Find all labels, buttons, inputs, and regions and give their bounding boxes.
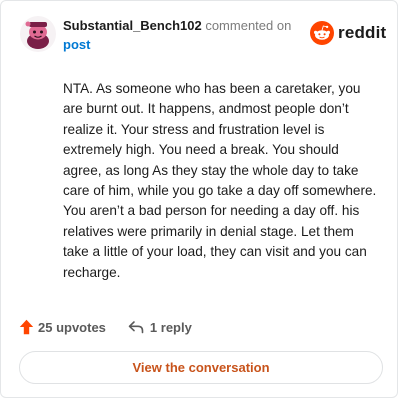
commented-on-text: commented on (201, 18, 292, 33)
reply-count: 1 reply (149, 319, 192, 335)
username[interactable]: Substantial_Bench102 (63, 18, 202, 33)
user-avatar[interactable] (19, 15, 57, 53)
comment-header: Substantial_Bench102 commented on post (63, 16, 293, 54)
reddit-snoo-icon (310, 21, 334, 45)
upvote-button[interactable]: 25 upvotes (19, 319, 106, 335)
reply-arrow-icon (128, 321, 144, 334)
view-conversation-button[interactable]: View the conversation (19, 351, 383, 384)
post-link[interactable]: post (63, 37, 90, 52)
upvote-count: 25 upvotes (38, 319, 106, 335)
comment-card: Substantial_Bench102 commented on post r… (0, 0, 398, 398)
reddit-wordmark: reddit (338, 23, 387, 42)
comment-actions: 25 upvotes 1 reply (19, 319, 192, 335)
upvote-arrow-icon (19, 319, 34, 335)
comment-body: NTA. As someone who has been a caretaker… (63, 81, 377, 280)
reply-button[interactable]: 1 reply (128, 320, 192, 335)
reddit-logo[interactable]: reddit (310, 21, 386, 45)
